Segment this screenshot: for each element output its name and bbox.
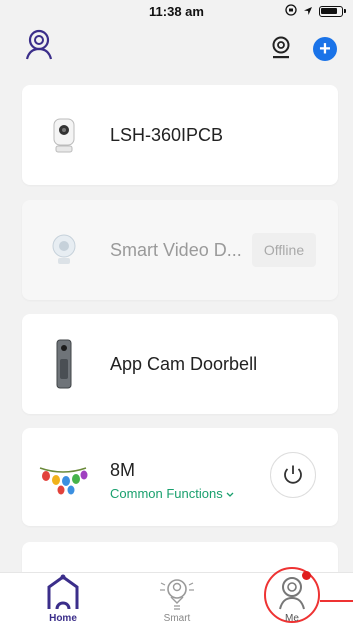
status-icons xyxy=(285,4,346,19)
annotation-line xyxy=(320,600,353,602)
tab-bar: Home Smart Me xyxy=(0,567,353,628)
tab-smart-label: Smart xyxy=(163,613,191,624)
lock-rotation-icon xyxy=(285,4,297,19)
device-name: LSH-360IPCB xyxy=(110,125,224,145)
chevron-down-icon xyxy=(226,486,234,501)
plus-icon: + xyxy=(319,38,331,60)
tab-me-label: Me xyxy=(285,613,299,624)
power-icon xyxy=(284,465,302,484)
camera-icon xyxy=(46,109,82,161)
add-device-button[interactable]: + xyxy=(313,37,337,61)
device-card-smart-video[interactable]: Smart Video D... Offline xyxy=(22,200,338,300)
profile-icon xyxy=(279,577,305,610)
notification-dot xyxy=(302,571,311,580)
device-card-doorbell[interactable]: App Cam Doorbell xyxy=(22,314,338,414)
tab-home-label: Home xyxy=(49,613,77,624)
device-card-8m[interactable]: 8M Common Functions xyxy=(22,428,338,526)
device-card-lsh-360ipcb[interactable]: LSH-360IPCB xyxy=(22,85,338,185)
location-arrow-icon xyxy=(303,5,313,19)
common-functions-label: Common Functions xyxy=(110,486,223,501)
device-name: App Cam Doorbell xyxy=(110,354,258,374)
doorbell-icon xyxy=(46,338,82,390)
string-lights-icon xyxy=(38,452,88,504)
battery-icon xyxy=(319,6,346,17)
common-functions-link[interactable]: Common Functions xyxy=(110,486,234,501)
power-button[interactable] xyxy=(270,452,316,498)
tab-me[interactable]: Me xyxy=(262,567,353,628)
status-bar: 11:38 am xyxy=(0,0,353,22)
webcam-icon xyxy=(46,224,82,276)
offline-badge: Offline xyxy=(252,233,316,267)
device-name: 8M xyxy=(110,460,136,480)
device-name: Smart Video D... xyxy=(110,240,242,260)
location-pin-icon[interactable] xyxy=(270,36,292,60)
smart-icon xyxy=(160,579,194,610)
person-location-icon[interactable] xyxy=(22,28,56,62)
tab-home[interactable]: Home xyxy=(33,573,93,628)
home-icon xyxy=(47,574,79,610)
header: + xyxy=(0,26,353,74)
tab-smart[interactable]: Smart xyxy=(147,573,207,628)
